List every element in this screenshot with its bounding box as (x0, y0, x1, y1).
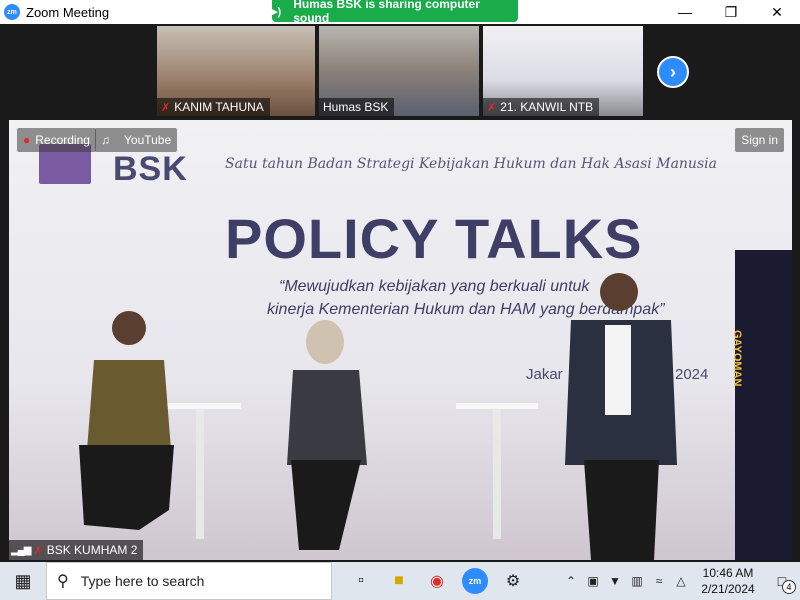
sharing-banner[interactable]: ▸) Humas BSK is sharing computer sound (272, 0, 518, 25)
volume-icon[interactable]: △ (670, 562, 692, 600)
zoom-app-icon: zm (4, 4, 20, 20)
participant-name: Humas BSK (323, 100, 389, 114)
speaker-2-body (287, 370, 367, 465)
table-stem (493, 409, 501, 539)
speaker-3-shirt (605, 325, 631, 415)
notification-icon[interactable]: □ 4 (764, 562, 800, 600)
zoom-taskbar-icon[interactable]: zm (456, 562, 494, 600)
notification-count: 4 (782, 580, 796, 594)
microphone-icon[interactable]: ▼ (604, 562, 626, 600)
windows-start-icon[interactable]: ▦ (0, 562, 46, 600)
close-icon[interactable]: ✕ (754, 0, 800, 24)
youtube-label: YouTube (124, 133, 172, 147)
participant-label: ✗ 21. KANWIL NTB (483, 98, 600, 116)
participant-tile-kanim-tahuna[interactable]: ✗ KANIM TAHUNA (157, 26, 315, 116)
screen-icon[interactable]: ▥ (626, 562, 648, 600)
recording-label: Recording (35, 133, 90, 147)
rss-icon: ♫ (101, 133, 110, 147)
speaker-1-body (87, 360, 171, 450)
clock-date: 2/21/2024 (701, 582, 755, 596)
windows-taskbar: ▦ ⚲ Type here to search ▫ ■ ◉ zm ⚙ ⌃ ▣ ▼… (0, 562, 800, 600)
participant-tile-humas-bsk[interactable]: Humas BSK (319, 26, 479, 116)
live-stream-indicator[interactable]: ♫ YouTube (95, 128, 178, 152)
task-view-icon[interactable]: ▫ (342, 562, 380, 600)
speaker-1-head (112, 311, 146, 345)
signal-strength-icon: ▂▄▆ (11, 544, 31, 556)
clock[interactable]: 10:46 AM 2/21/2024 (692, 565, 764, 597)
participant-name: 21. KANWIL NTB (500, 100, 594, 114)
minimize-icon[interactable]: — (662, 0, 708, 24)
table-stem (196, 409, 204, 539)
file-explorer-icon[interactable]: ■ (380, 562, 418, 600)
speaker-2-hijab (306, 320, 344, 364)
table-top (456, 403, 538, 409)
window-title: Zoom Meeting (26, 4, 110, 20)
participant-tile-kanwil-ntb[interactable]: ✗ 21. KANWIL NTB (483, 26, 643, 116)
sign-in-button[interactable]: Sign in (735, 128, 784, 152)
wifi-icon[interactable]: ≈ (648, 562, 670, 600)
mic-muted-icon: ✗ (33, 544, 43, 557)
participant-strip: ✗ KANIM TAHUNA Humas BSK ✗ 21. KANWIL NT… (0, 24, 800, 118)
shared-screen-video[interactable]: BSK Satu tahun Badan Strategi Kebijakan … (9, 120, 792, 560)
active-participant-label: ▂▄▆ ✗ BSK KUMHAM 2 (9, 540, 144, 560)
zoom-window: zm Zoom Meeting ▸) Humas BSK is sharing … (0, 0, 800, 600)
mic-muted-icon: ✗ (161, 101, 171, 114)
speaker-icon: ▸) (272, 5, 282, 18)
record-dot-icon: ● (23, 133, 31, 147)
settings-icon[interactable]: ⚙ (494, 562, 532, 600)
chevron-up-icon[interactable]: ⌃ (560, 562, 582, 600)
stage-scene (79, 273, 677, 560)
sharing-banner-text: Humas BSK is sharing computer sound (293, 0, 480, 25)
taskbar-search[interactable]: ⚲ Type here to search (46, 562, 332, 600)
participant-name: BSK KUMHAM 2 (46, 543, 138, 557)
speaker-3-head (600, 273, 638, 311)
speaker-3-legs (584, 460, 659, 560)
participant-label: ✗ KANIM TAHUNA (157, 98, 270, 116)
search-placeholder: Type here to search (80, 573, 205, 589)
participant-name: KANIM TAHUNA (174, 100, 264, 114)
system-tray: ⌃ ▣ ▼ ▥ ≈ △ 10:46 AM 2/21/2024 □ 4 (560, 562, 800, 600)
search-icon: ⚲ (57, 573, 69, 590)
recording-indicator[interactable]: ● Recording (17, 128, 96, 152)
participant-label: Humas BSK (319, 98, 395, 116)
mic-muted-icon: ✗ (487, 101, 497, 114)
speaker-2-legs (291, 460, 361, 550)
chrome-icon[interactable]: ◉ (418, 562, 456, 600)
title-bar: zm Zoom Meeting ▸) Humas BSK is sharing … (0, 0, 800, 25)
speaker-1-legs (79, 445, 174, 530)
table-top (159, 403, 241, 409)
clock-time: 10:46 AM (702, 566, 754, 580)
next-page-button[interactable]: › (657, 56, 689, 88)
maximize-icon[interactable]: ❐ (708, 0, 754, 24)
window-controls: — ❐ ✕ (662, 0, 800, 24)
camera-icon[interactable]: ▣ (582, 562, 604, 600)
